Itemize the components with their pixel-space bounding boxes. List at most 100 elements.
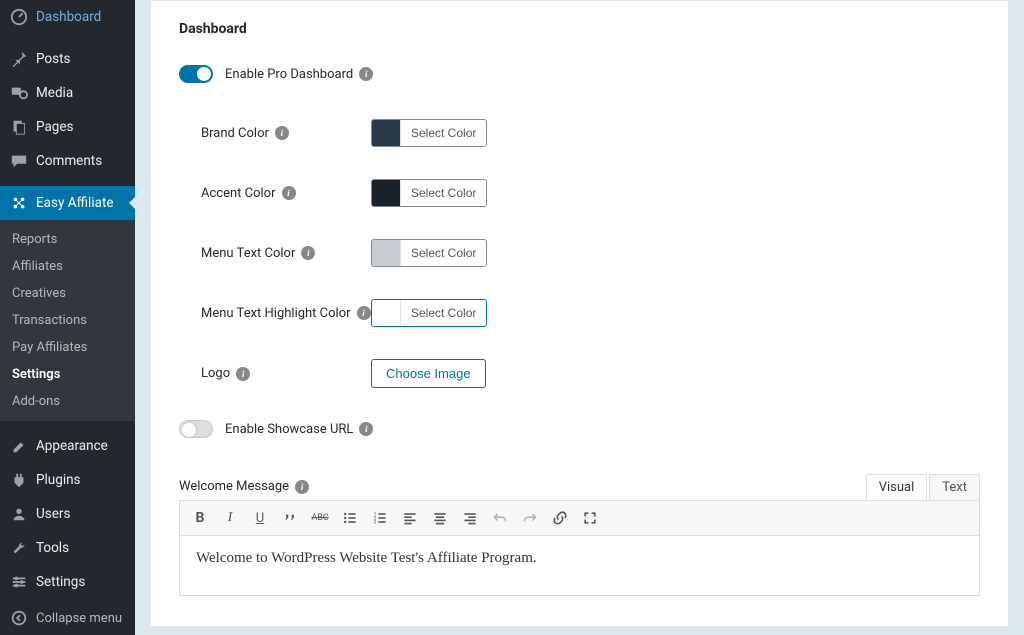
editor-toolbar: B I U ABC 123 xyxy=(179,500,980,536)
nav-label: Users xyxy=(36,506,70,522)
brand-color-row: Brand Color i Select Color xyxy=(201,119,980,147)
italic-button[interactable]: I xyxy=(216,505,244,531)
nav-label: Dashboard xyxy=(36,9,101,25)
submenu-item-settings[interactable]: Settings xyxy=(0,361,135,388)
submenu-item-affiliates[interactable]: Affiliates xyxy=(0,253,135,280)
affiliate-icon xyxy=(10,194,28,212)
numbered-list-button[interactable]: 123 xyxy=(366,505,394,531)
sidebar-item-media[interactable]: Media xyxy=(0,76,135,110)
nav-label: Easy Affiliate xyxy=(36,195,114,211)
tab-visual[interactable]: Visual xyxy=(866,474,928,500)
tools-icon xyxy=(10,539,28,557)
accent-color-row: Accent Color i Select Color xyxy=(201,179,980,207)
logo-label: Logo i xyxy=(201,366,371,381)
info-icon[interactable]: i xyxy=(236,367,250,381)
link-button[interactable] xyxy=(546,505,574,531)
sidebar-item-users[interactable]: Users xyxy=(0,497,135,531)
select-color-button[interactable]: Select Color xyxy=(400,180,486,206)
info-icon[interactable]: i xyxy=(282,186,296,200)
bold-button[interactable]: B xyxy=(186,505,214,531)
submenu-item-pay-affiliates[interactable]: Pay Affiliates xyxy=(0,334,135,361)
color-swatch[interactable] xyxy=(372,300,400,326)
appearance-icon xyxy=(10,437,28,455)
strikethrough-button[interactable]: ABC xyxy=(306,505,334,531)
sidebar-item-comments[interactable]: Comments xyxy=(0,144,135,178)
enable-pro-label: Enable Pro Dashboard i xyxy=(225,67,373,82)
menu-text-highlight-row: Menu Text Highlight Color i Select Color xyxy=(201,299,980,327)
enable-showcase-row: Enable Showcase URL i xyxy=(179,420,980,438)
menu-text-highlight-label: Menu Text Highlight Color i xyxy=(201,306,371,321)
pages-icon xyxy=(10,118,28,136)
info-icon[interactable]: i xyxy=(359,67,373,81)
svg-text:3: 3 xyxy=(374,520,377,526)
nav-label: Pages xyxy=(36,119,74,135)
menu-text-highlight-picker[interactable]: Select Color xyxy=(371,299,487,327)
dashboard-icon xyxy=(10,8,28,26)
welcome-message-label: Welcome Message i xyxy=(179,479,309,494)
select-color-button[interactable]: Select Color xyxy=(400,120,486,146)
nav-label: Tools xyxy=(36,540,69,556)
info-icon[interactable]: i xyxy=(301,246,315,260)
info-icon[interactable]: i xyxy=(295,480,309,494)
comments-icon xyxy=(10,152,28,170)
sidebar-item-posts[interactable]: Posts xyxy=(0,42,135,76)
color-swatch[interactable] xyxy=(372,120,400,146)
users-icon xyxy=(10,505,28,523)
submenu-item-addons[interactable]: Add-ons xyxy=(0,388,135,415)
sidebar-item-plugins[interactable]: Plugins xyxy=(0,463,135,497)
sidebar-item-settings[interactable]: Settings xyxy=(0,565,135,599)
menu-text-color-label: Menu Text Color i xyxy=(201,246,371,261)
choose-image-button[interactable]: Choose Image xyxy=(371,359,486,388)
nav-label: Plugins xyxy=(36,472,81,488)
sidebar-item-easy-affiliate[interactable]: Easy Affiliate xyxy=(0,186,135,220)
panel-title: Dashboard xyxy=(179,21,980,37)
align-right-button[interactable] xyxy=(456,505,484,531)
bullet-list-button[interactable] xyxy=(336,505,364,531)
fullscreen-button[interactable] xyxy=(576,505,604,531)
enable-showcase-toggle[interactable] xyxy=(179,420,213,438)
sidebar-item-pages[interactable]: Pages xyxy=(0,110,135,144)
brand-color-label: Brand Color i xyxy=(201,126,371,141)
collapse-icon xyxy=(10,609,28,627)
submenu-item-creatives[interactable]: Creatives xyxy=(0,280,135,307)
align-center-button[interactable] xyxy=(426,505,454,531)
nav-label: Posts xyxy=(36,51,70,67)
logo-row: Logo i Choose Image xyxy=(201,359,980,388)
color-swatch[interactable] xyxy=(372,180,400,206)
sidebar-item-tools[interactable]: Tools xyxy=(0,531,135,565)
underline-button[interactable]: U xyxy=(246,505,274,531)
media-icon xyxy=(10,84,28,102)
nav-label: Settings xyxy=(36,574,85,590)
enable-showcase-label: Enable Showcase URL i xyxy=(225,422,373,437)
color-swatch[interactable] xyxy=(372,240,400,266)
select-color-button[interactable]: Select Color xyxy=(400,240,486,266)
enable-pro-toggle[interactable] xyxy=(179,65,213,83)
sidebar-item-appearance[interactable]: Appearance xyxy=(0,429,135,463)
redo-button[interactable] xyxy=(516,505,544,531)
welcome-message-section: Welcome Message i Visual Text B I U ABC … xyxy=(179,474,980,596)
blockquote-button[interactable] xyxy=(276,505,304,531)
menu-text-color-row: Menu Text Color i Select Color xyxy=(201,239,980,267)
sidebar-item-dashboard[interactable]: Dashboard xyxy=(0,0,135,34)
info-icon[interactable]: i xyxy=(275,126,289,140)
editor-content[interactable]: Welcome to WordPress Website Test's Affi… xyxy=(179,536,980,596)
plugins-icon xyxy=(10,471,28,489)
collapse-label: Collapse menu xyxy=(36,611,122,626)
brand-color-picker[interactable]: Select Color xyxy=(371,119,487,147)
tab-text[interactable]: Text xyxy=(929,474,980,500)
align-left-button[interactable] xyxy=(396,505,424,531)
info-icon[interactable]: i xyxy=(359,422,373,436)
nav-label: Media xyxy=(36,85,73,101)
accent-color-picker[interactable]: Select Color xyxy=(371,179,487,207)
accent-color-label: Accent Color i xyxy=(201,186,371,201)
select-color-button[interactable]: Select Color xyxy=(400,300,486,326)
pin-icon xyxy=(10,50,28,68)
admin-sidebar: Dashboard Posts Media Pages Comments Eas… xyxy=(0,0,135,635)
nav-label: Appearance xyxy=(36,438,108,454)
collapse-menu[interactable]: Collapse menu xyxy=(0,601,135,635)
submenu-item-reports[interactable]: Reports xyxy=(0,226,135,253)
undo-button[interactable] xyxy=(486,505,514,531)
info-icon[interactable]: i xyxy=(357,306,371,320)
submenu-item-transactions[interactable]: Transactions xyxy=(0,307,135,334)
menu-text-color-picker[interactable]: Select Color xyxy=(371,239,487,267)
